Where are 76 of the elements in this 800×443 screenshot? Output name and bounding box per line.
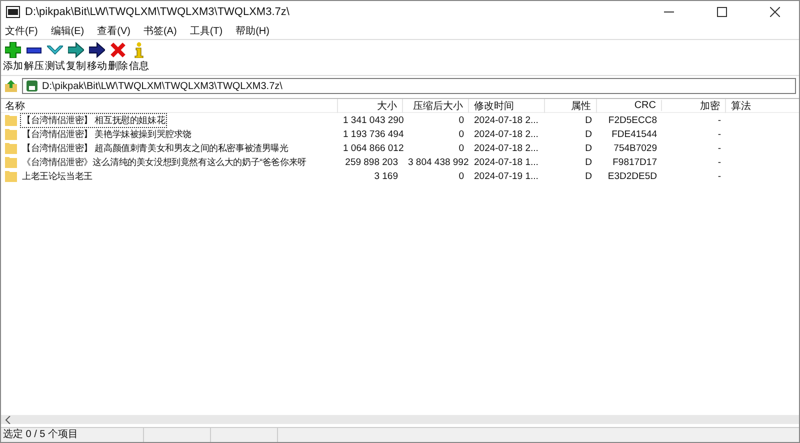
archive-icon [26,80,38,92]
menu-item[interactable]: 书签(A) [143,24,177,38]
menu-item[interactable]: 工具(T) [190,24,223,38]
column-header[interactable]: CRC [597,100,662,111]
table-cell-text: 0 [458,114,465,126]
file-name[interactable]: 【台湾情侣泄密】 相互抚慰的姐妹花 [20,112,168,128]
table-cell-text: 1 341 043 290 [342,114,403,126]
horizontal-scrollbar[interactable] [1,415,799,424]
toolbar-button[interactable]: 移动 [88,42,106,73]
table-cell-text: 3 804 438 992 [407,156,469,168]
table-cell-text: 2024-07-18 2... [473,142,540,154]
table-cell-text: D [584,156,593,168]
folder-up-icon[interactable] [4,79,18,93]
toolbar-button[interactable]: 添加 [4,42,22,73]
address-field[interactable]: D:\pikpak\Bit\LW\TWQLXM\TWQLXM3\TWQLXM3.7z\ [22,78,796,94]
file-name[interactable]: 【台湾情侣泄密】 超高颜值刺青美女和男友之间的私密事被渣男曝光 [20,140,290,156]
window-title: D:\pikpak\Bit\LW\TWQLXM\TWQLXM3\TWQLXM3.7z\ [25,6,290,18]
menu-item[interactable]: 查看(V) [97,24,130,38]
folder-icon [5,128,17,140]
table-cell-text: 0 [458,142,465,154]
table-cell-text: D [584,170,593,182]
table-cell-text: F9817D17 [612,156,658,168]
arrow-icon [68,42,84,58]
table-cell-text: 1 064 866 012 [342,142,403,154]
table-cell-text: - [716,128,722,140]
table-cell-text: 2024-07-18 1... [473,156,540,168]
file-name[interactable]: 《台湾情侣泄密》这么清纯的美女没想到竟然有这么大的奶子“爸爸你来呀 [20,154,308,170]
toolbar-button[interactable]: 信息 [130,42,148,73]
table-cell-text: E3D2DE5D [606,170,658,182]
cross-icon [110,42,126,58]
folder-icon [5,142,17,154]
table-cell-text: FDE41544 [610,128,658,140]
column-header[interactable]: 修改时间 [469,98,545,112]
folder-icon [5,156,17,168]
table-cell-text: - [716,142,722,154]
info-icon [133,42,145,58]
toolbar-button[interactable]: 测试 [46,42,64,73]
table-cell-text: 259 898 203 [344,156,399,168]
menu-item[interactable]: 文件(F) [5,24,38,38]
table-cell-text: F2D5ECC8 [607,114,658,126]
table-cell-text: D [584,142,593,154]
toolbar-button[interactable]: 解压 [25,42,43,73]
table-cell-text: 3 169 [373,170,399,182]
status-text: 选定 0 / 5 个项目 [2,428,80,442]
menu-item[interactable]: 编辑(E) [50,24,84,38]
column-header[interactable]: 属性 [545,98,597,112]
file-name[interactable]: 【台湾情侣泄密】 美艳学妹被操到哭腔求饶 [20,126,194,142]
table-cell-text: D [584,114,593,126]
menu-item[interactable]: 帮助(H) [236,24,270,38]
folder-icon [5,170,17,182]
table-cell-text: 1 193 736 494 [342,128,403,140]
close-icon[interactable] [770,7,780,17]
table-cell-text: - [716,114,722,126]
column-header[interactable]: 加密 [662,98,726,112]
table-cell-text: 0 [458,170,465,182]
column-header[interactable]: 名称 [1,98,338,112]
table-cell-text: 2024-07-18 2... [473,114,540,126]
folder-icon [5,114,17,126]
app-icon [6,6,20,18]
maximize-icon[interactable] [717,7,727,17]
column-header[interactable]: 算法 [726,98,799,112]
plus-icon [5,42,21,58]
scroll-left-icon[interactable] [5,416,11,424]
table-cell-text: - [716,170,722,182]
toolbar-button[interactable]: 删除 [109,42,127,73]
table-cell-text: 2024-07-19 1... [473,170,540,182]
column-header[interactable]: 大小 [338,98,403,112]
table-cell-text: D [584,128,593,140]
table-cell-text: 754B7029 [612,142,658,154]
file-name[interactable]: 上老王论坛当老王 [20,168,94,184]
table-cell-text: 2024-07-18 2... [473,128,540,140]
table-cell-text: - [716,156,722,168]
table-cell-text: 0 [458,128,465,140]
column-header[interactable]: 压缩后大小 [403,98,469,112]
arrow-icon [89,42,105,58]
toolbar-button[interactable]: 复制 [67,42,85,73]
